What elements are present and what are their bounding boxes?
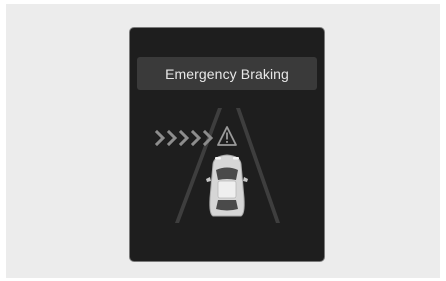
chevron-right-icon — [154, 129, 214, 147]
cluster-display: Emergency Braking — [129, 27, 325, 262]
warning-triangle-icon — [217, 126, 237, 146]
car-icon — [206, 154, 248, 217]
driving-scene — [154, 108, 280, 223]
